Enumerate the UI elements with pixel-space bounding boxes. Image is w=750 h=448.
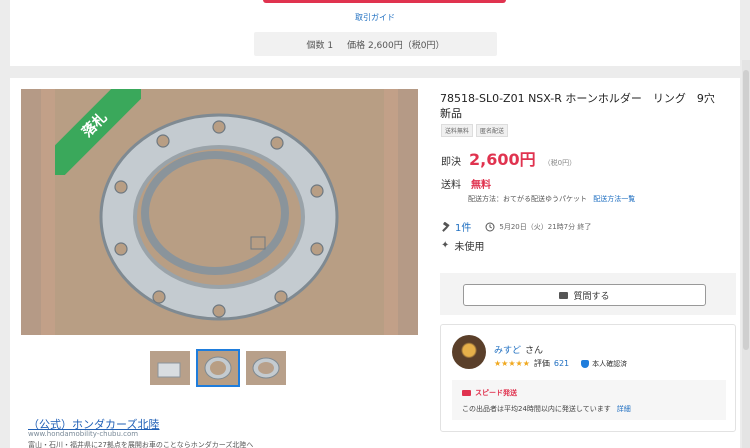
page-scrollbar[interactable] [742,60,750,448]
item-title: 78518-SL0-Z01 NSX-R ホーンホルダー リング 9穴 新品 [440,92,726,120]
shipping-value: 無料 [471,180,491,191]
price-label: 即決 [441,157,461,168]
truck-icon [462,390,471,396]
order-summary: 個数 1 価格 2,600円（税0円） [254,32,497,56]
thumbnail-1[interactable] [150,351,190,385]
tax-text: （税0円） [543,159,577,167]
verified-badge: 本人確認済 [581,359,627,369]
shipping-label: 送料 [441,180,461,191]
shipping-methods-link[interactable]: 配送方法一覧 [593,195,635,203]
ad-description: 富山・石川・福井県に27拠点を展開お車のことならホンダカーズ北陸へ [28,441,254,448]
buy-button-edge[interactable] [263,0,506,3]
image-gallery[interactable]: 落札 [21,89,418,335]
next-image-peek[interactable] [398,89,418,335]
item-tags: 送料無料 匿名配送 [441,124,509,137]
tag-anonymous-shipping: 匿名配送 [476,124,509,137]
bid-count-link[interactable]: 1件 [455,219,471,234]
item-card: 落札 （公式）ホンダカーズ北陸 www.hondamobility-chubu.… [10,78,740,448]
scrollbar-thumb[interactable] [743,70,749,350]
fast-shipping-box: スピード発送 この出品者は平均24時間以内に発送しています 詳細 [452,380,726,420]
shipping-method-text: 配送方法：おてがる配送ゆうパケット [468,195,587,203]
verified-text: 本人確認済 [592,359,628,368]
ask-question-label: 質問する [573,291,610,302]
question-panel: 質問する [440,273,736,315]
buyout-price-row: 即決 2,600円 （税0円） [441,146,576,170]
bid-meta-row: 1件 5月20日（火）21時7分 終了 [441,219,591,234]
sold-ribbon: 落札 [55,89,141,175]
chat-bubble-icon [559,291,569,299]
price-summary-text: 価格 2,600円（税0円） [347,40,445,51]
seller-avatar[interactable] [452,335,486,369]
condition-row: ✦ 未使用 [441,238,484,253]
rating-label: 評価 [533,359,550,368]
fast-shipping-text: この出品者は平均24時間以内に発送しています [462,405,611,413]
prev-image-peek[interactable] [21,89,41,335]
rating-count-link[interactable]: 621 [554,359,569,368]
fast-shipping-label: スピード発送 [475,389,517,397]
quantity-text: 個数 1 [306,40,334,51]
shipping-row: 送料 無料 [441,176,491,191]
thumbnail-3[interactable] [246,351,286,385]
purchase-summary-card: 取引ガイド 個数 1 価格 2,600円（税0円） [10,0,740,66]
thumbnail-2[interactable] [196,349,240,387]
fast-shipping-details-link[interactable]: 詳細 [617,405,631,413]
fast-shipping-description: この出品者は平均24時間以内に発送しています 詳細 [462,404,631,414]
ad-url[interactable]: www.hondamobility-chubu.com [28,430,138,438]
price-value: 2,600円 [469,150,536,169]
seller-panel: みすど さん ★★★★★ 評価 621 本人確認済 スピード発送 この出品者は平均… [440,324,736,432]
star-rating-icons: ★★★★★ [494,359,530,368]
shield-check-icon [581,359,590,368]
tag-free-shipping: 送料無料 [441,124,474,137]
fast-shipping-title: スピード発送 [462,388,517,398]
thumbnail-strip [150,349,286,387]
end-time: 5月20日（火）21時7分 終了 [499,222,592,231]
seller-name-link[interactable]: みすど さん [494,343,543,356]
seller-name[interactable]: みすど [494,346,521,356]
ask-question-button[interactable]: 質問する [463,284,706,306]
clock-icon [485,222,495,231]
seller-rating-row: ★★★★★ 評価 621 本人確認済 [494,358,627,369]
sparkle-icon: ✦ [441,240,450,251]
transaction-guide-link[interactable]: 取引ガイド [10,12,740,23]
seller-honorific: さん [525,346,544,356]
shipping-method: 配送方法：おてがる配送ゆうパケット 配送方法一覧 [468,194,635,204]
condition-text: 未使用 [454,242,485,253]
sold-ribbon-label: 落札 [55,89,141,175]
gavel-icon [442,221,450,232]
